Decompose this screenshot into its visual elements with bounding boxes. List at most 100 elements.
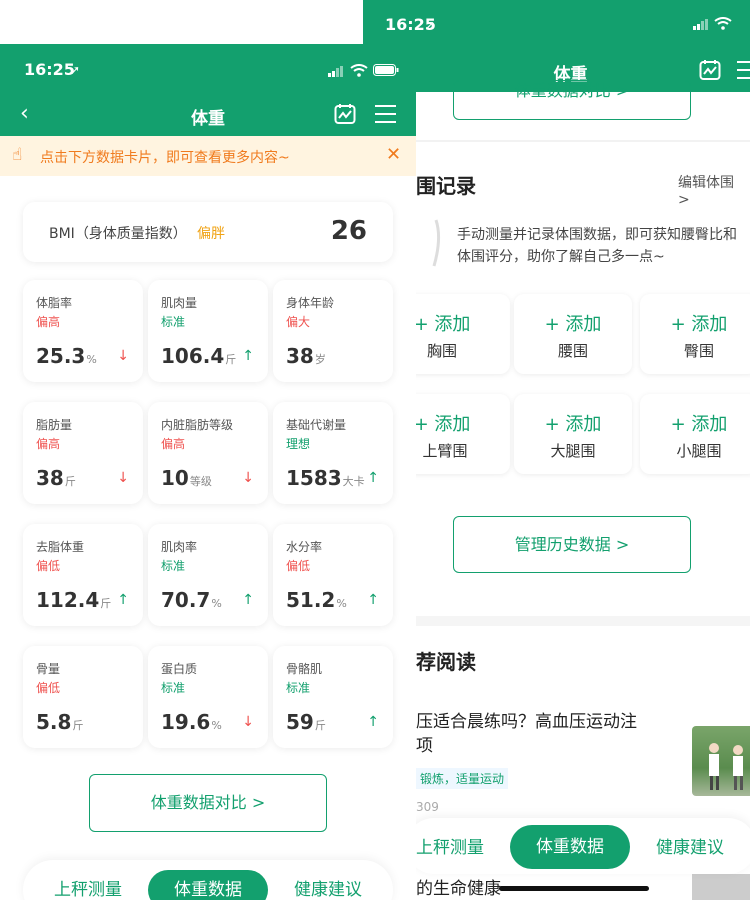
metric-status: 标准 <box>161 681 186 695</box>
metric-card[interactable]: 基础代谢量 理想 1583大卡 ↑ <box>273 402 393 504</box>
metric-card[interactable]: 蛋白质标准 19.6% ↓ <box>148 646 268 748</box>
metric-label: 去脂体重 <box>36 540 85 554</box>
tab-weigh[interactable]: 上秤测量 <box>416 833 484 858</box>
article-title[interactable]: 压适合晨练吗？高血压运动注 项 <box>416 710 678 758</box>
metric-card[interactable]: 体脂率 偏高 25.3% ↓ <box>23 280 143 382</box>
metrics-area: BMI（身体质量指数） 偏胖 26 体脂率 偏高 25.3% ↓ 肌肉量 标准 106.4斤… <box>0 176 416 900</box>
metric-card[interactable]: 肌肉率标准 70.7% ↑ <box>148 524 268 626</box>
metric-unit: % <box>336 597 347 610</box>
menu-icon-left[interactable] <box>375 104 396 124</box>
menu-icon[interactable] <box>737 60 750 80</box>
metric-status: 标准 <box>286 681 311 695</box>
metric-unit: 大卡 <box>342 475 365 488</box>
trend-arrow-icon: ↑ <box>117 592 129 608</box>
add-card-waist[interactable]: + 添加 腰围 <box>514 294 632 374</box>
metric-label: 水分率 <box>286 540 323 554</box>
add-card-thigh[interactable]: + 添加 大腿围 <box>514 394 632 474</box>
metric-card[interactable]: 脂肪量偏高 38斤 ↓ <box>23 402 143 504</box>
trend-arrow-icon: ↓ <box>117 470 129 486</box>
compare-button[interactable]: 体重数据对比 > <box>89 774 327 832</box>
metric-card[interactable]: 内脏脂肪等级 偏高 10等级 ↓ <box>148 402 268 504</box>
calendar-chart-icon-left[interactable] <box>334 103 356 125</box>
status-bar: 16:25 ➚ <box>363 0 750 50</box>
metric-unit: 斤 <box>64 475 76 488</box>
calendar-chart-icon[interactable] <box>699 59 721 81</box>
metric-status: 偏低 <box>36 559 61 573</box>
metric-value: 59斤 <box>286 710 326 734</box>
metric-card[interactable]: 水分率 偏低 51.2% ↑ <box>273 524 393 626</box>
metric-value: 25.3% <box>36 344 97 368</box>
metric-value: 106.4斤 <box>161 344 237 368</box>
status-time-left: 16:25 <box>24 60 75 79</box>
next-article-title[interactable]: 的生命健康 <box>416 874 501 899</box>
article-thumbnail[interactable] <box>692 726 750 796</box>
compare-button-top[interactable]: 体重数据对比 > <box>453 80 691 120</box>
metric-status: 标准 <box>161 559 186 573</box>
girth-description: 手动测量并记录体围数据，即可获知腰臀比和体围评分，助你了解自己多一点~ <box>457 227 737 265</box>
metric-label: 体脂率 <box>36 296 73 310</box>
metric-label: 肌肉量 <box>161 296 198 310</box>
tab-weight-data[interactable]: 体重数据 <box>510 825 630 869</box>
tab-weight-data-left[interactable]: 体重数据 <box>148 870 268 900</box>
close-icon[interactable]: ✕ <box>386 144 401 165</box>
bottom-tab-bar-left: 上秤测量 体重数据 健康建议 <box>23 860 393 900</box>
metric-card[interactable]: 肌肉量标准 106.4斤 ↑ <box>148 280 268 382</box>
metric-status: 偏高 <box>161 437 186 451</box>
signal-icon-left <box>328 66 343 77</box>
metric-unit: 斤 <box>314 719 326 732</box>
article-views: 309 <box>416 800 439 814</box>
status-bar-left: 16:25 ➚ <box>0 44 416 92</box>
metric-label: 基础代谢量 <box>286 418 347 432</box>
signal-icon <box>693 19 708 30</box>
metric-status: 偏高 <box>36 437 61 451</box>
metric-value: 19.6% <box>161 710 222 734</box>
metric-label: 骨量 <box>36 662 61 676</box>
trend-arrow-icon: ↓ <box>242 714 254 730</box>
metric-card[interactable]: 去脂体重 偏低 112.4斤 ↑ <box>23 524 143 626</box>
metric-card[interactable]: 骨骼肌 标准 59斤 ↑ <box>273 646 393 748</box>
metric-label: 蛋白质 <box>161 662 198 676</box>
trend-arrow-icon: ↑ <box>242 348 254 364</box>
add-card-chest[interactable]: + 添加 胸围 <box>402 294 510 374</box>
metric-card[interactable]: 骨量 偏低 5.8斤 <box>23 646 143 748</box>
reading-section-title: 荐阅读 <box>416 650 476 674</box>
bmi-status: 偏胖 <box>197 226 225 242</box>
metric-status: 理想 <box>286 437 311 451</box>
metric-unit: 斤 <box>100 597 112 610</box>
location-icon-left: ➚ <box>70 63 81 77</box>
metric-value: 38岁 <box>286 344 326 368</box>
notice-banner: ☝ 点击下方数据卡片，即可查看更多内容~ ✕ <box>0 136 416 176</box>
manage-history-button[interactable]: 管理历史数据 > <box>453 516 691 573</box>
metric-unit: 等级 <box>189 475 212 488</box>
left-screen: 16:25 ➚ ‹ 体重 ☝ 点击下方数据卡片，即可查看更多内容~ ✕ BMI（… <box>0 44 416 900</box>
metric-value: 70.7% <box>161 588 222 612</box>
bmi-card[interactable]: BMI（身体质量指数） 偏胖 26 <box>23 202 393 262</box>
metric-value: 38斤 <box>36 466 76 490</box>
bmi-label: BMI（身体质量指数） <box>49 226 187 242</box>
metric-value: 10等级 <box>161 466 212 490</box>
trend-arrow-icon: ↑ <box>367 592 379 608</box>
edit-girth-link[interactable]: 编辑体围 > <box>678 172 750 208</box>
right-content: 体重数据对比 > 围记录 编辑体围 > 手动测量并记录体围数据，即可获知腰臀比和… <box>363 80 750 900</box>
metric-unit: % <box>211 597 222 610</box>
metric-status: 偏大 <box>286 315 311 329</box>
home-indicator <box>499 886 649 891</box>
add-card-calf[interactable]: + 添加 小腿围 <box>640 394 750 474</box>
metric-status: 标准 <box>161 315 186 329</box>
metric-status: 偏低 <box>286 559 311 573</box>
metric-label: 脂肪量 <box>36 418 73 432</box>
section-gap <box>363 616 750 626</box>
metric-label: 肌肉率 <box>161 540 198 554</box>
metric-value: 1583大卡 <box>286 466 365 490</box>
tab-health-advice-left[interactable]: 健康建议 <box>273 870 383 900</box>
metric-card[interactable]: 身体年龄 偏大 38岁 <box>273 280 393 382</box>
metric-value: 5.8斤 <box>36 710 84 734</box>
tap-hand-icon: ☝ <box>12 145 23 165</box>
tab-weigh-left[interactable]: 上秤测量 <box>33 870 143 900</box>
tab-health-advice[interactable]: 健康建议 <box>656 833 724 858</box>
trend-arrow-icon: ↑ <box>242 592 254 608</box>
trend-arrow-icon: ↑ <box>367 714 379 730</box>
add-card-hip[interactable]: + 添加 臀围 <box>640 294 750 374</box>
notice-text: 点击下方数据卡片，即可查看更多内容~ <box>40 150 290 166</box>
add-card-upper-arm[interactable]: + 添加 上臂围 <box>402 394 510 474</box>
